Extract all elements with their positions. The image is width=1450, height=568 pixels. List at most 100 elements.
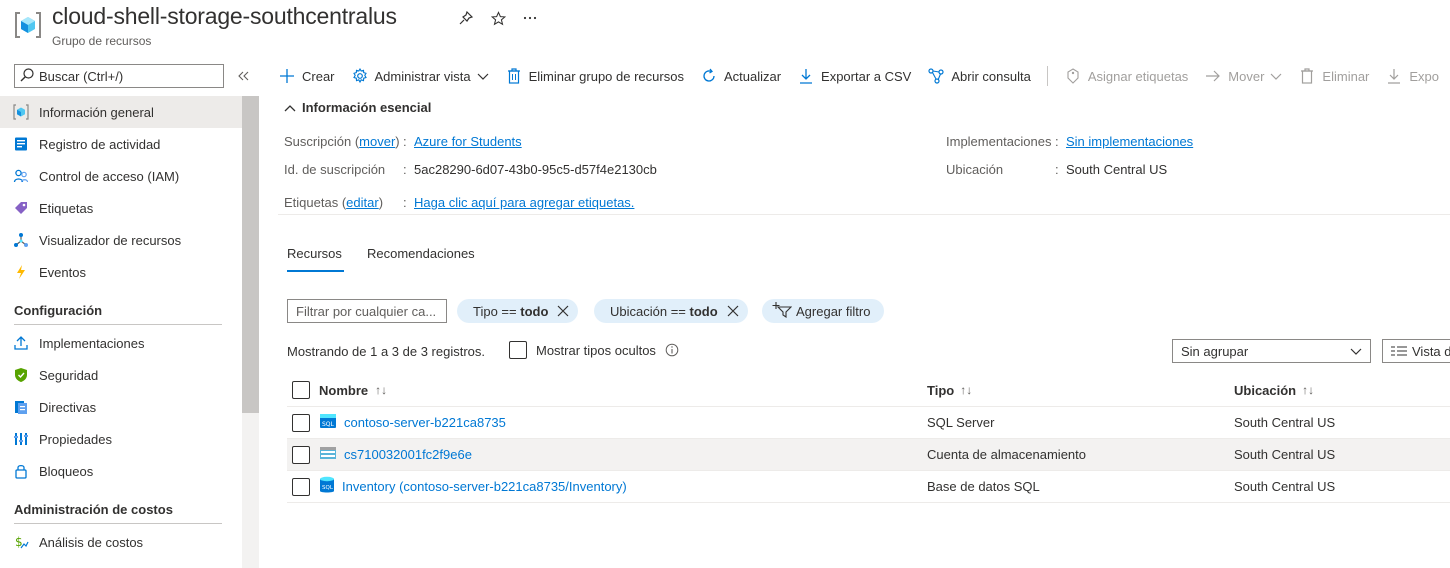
filter-pill-type-value: todo: [520, 303, 549, 319]
sidebar-section-config: Configuración: [14, 303, 103, 318]
view-dropdown[interactable]: Vista d: [1382, 339, 1450, 363]
select-all-checkbox[interactable]: [292, 381, 310, 399]
activity-log-icon: [12, 135, 30, 153]
tab-recommendations[interactable]: Recomendaciones: [367, 246, 475, 261]
table-row[interactable]: cs710032001fc2f9e6e Cuenta de almacenami…: [287, 439, 1450, 471]
filter-pill-location[interactable]: Ubicación == todo: [594, 299, 748, 323]
sidebar-search[interactable]: [14, 64, 224, 88]
row-checkbox[interactable]: [292, 478, 310, 496]
sidebar-item-label: Seguridad: [39, 367, 99, 383]
add-filter-button[interactable]: Agregar filtro: [762, 299, 885, 323]
info-icon[interactable]: [665, 343, 679, 357]
manage-view-button[interactable]: Administrar vista: [351, 67, 489, 85]
sidebar-item-properties[interactable]: Propiedades: [0, 423, 242, 455]
sql-server-icon: SQL: [319, 413, 337, 432]
column-header-type[interactable]: Tipo ↑↓: [927, 383, 972, 398]
refresh-icon: [700, 67, 718, 85]
close-icon[interactable]: [556, 304, 570, 318]
resource-link[interactable]: cs710032001fc2f9e6e: [344, 447, 472, 462]
table-row[interactable]: SQL contoso-server-b221ca8735 SQL Server…: [287, 407, 1450, 439]
more-options-icon[interactable]: [520, 8, 540, 28]
open-query-button[interactable]: Abrir consulta: [927, 67, 1031, 85]
colon: :: [403, 195, 407, 210]
sidebar-search-input[interactable]: [39, 68, 219, 84]
sidebar-item-security[interactable]: Seguridad: [0, 359, 242, 391]
sidebar-item-label: Bloqueos: [39, 463, 94, 479]
pin-icon[interactable]: [456, 8, 476, 28]
sidebar-scrollbar-thumb[interactable]: [242, 96, 259, 413]
filter-pill-type[interactable]: Tipo == todo: [457, 299, 579, 323]
subscription-link[interactable]: Azure for Students: [414, 134, 522, 149]
column-location-label: Ubicación: [1234, 382, 1297, 398]
row-type: Cuenta de almacenamiento: [927, 447, 1086, 462]
command-bar: Crear Administrar vista Eliminar grupo d…: [278, 64, 1450, 88]
sidebar-item-label: Implementaciones: [39, 335, 145, 351]
sidebar-item-policies[interactable]: Directivas: [0, 391, 242, 423]
refresh-button[interactable]: Actualizar: [700, 67, 781, 85]
sidebar-item-tags[interactable]: Etiquetas: [0, 192, 242, 224]
essentials-toggle[interactable]: Información esencial: [284, 100, 431, 115]
sidebar-item-activity-log[interactable]: Registro de actividad: [0, 128, 242, 160]
sidebar-item-deployments[interactable]: Implementaciones: [0, 327, 242, 359]
column-header-location[interactable]: Ubicación ↑↓: [1234, 383, 1314, 398]
sidebar-item-overview[interactable]: Información general: [0, 96, 242, 128]
sql-database-icon: SQL: [319, 476, 335, 497]
sidebar-item-events[interactable]: Eventos: [0, 256, 242, 288]
sidebar-item-label: Análisis de costos: [39, 534, 144, 550]
refresh-label: Actualizar: [723, 68, 782, 84]
query-graph-icon: [927, 67, 945, 85]
assign-tags-button[interactable]: Asignar etiquetas: [1064, 67, 1188, 85]
row-location: South Central US: [1234, 447, 1336, 462]
show-hidden-types[interactable]: Mostrar tipos ocultos: [509, 341, 679, 359]
move-label: Mover: [1228, 68, 1265, 84]
create-button[interactable]: Crear: [278, 67, 335, 85]
colon: :: [1055, 134, 1059, 149]
export-button-partial[interactable]: Expo: [1385, 67, 1439, 85]
show-hidden-checkbox[interactable]: [509, 341, 527, 359]
people-icon: [12, 167, 30, 185]
row-checkbox[interactable]: [292, 446, 310, 464]
table-row[interactable]: SQL Inventory (contoso-server-b221ca8735…: [287, 471, 1450, 503]
sidebar-nav: Información general Registro de activida…: [0, 96, 242, 558]
edit-tags-link[interactable]: editar: [346, 195, 379, 210]
close-icon[interactable]: [726, 304, 740, 318]
sidebar-item-label: Información general: [39, 104, 154, 120]
resource-link[interactable]: contoso-server-b221ca8735: [344, 415, 506, 430]
deployments-link[interactable]: Sin implementaciones: [1066, 134, 1193, 149]
filter-input[interactable]: [287, 299, 447, 323]
filter-pill-type-label: Tipo ==: [473, 303, 517, 319]
location-value: South Central US: [1066, 162, 1168, 177]
resource-link[interactable]: Inventory (contoso-server-b221ca8735/Inv…: [342, 479, 627, 494]
grouping-dropdown[interactable]: Sin agrupar: [1172, 339, 1371, 363]
search-icon: [19, 67, 35, 86]
sidebar-item-label: Registro de actividad: [39, 136, 161, 152]
manage-view-label: Administrar vista: [374, 68, 471, 84]
add-tags-link[interactable]: Haga clic aquí para agregar etiquetas.: [414, 195, 634, 210]
delete-button[interactable]: Eliminar: [1298, 67, 1369, 85]
shield-icon: [12, 366, 30, 384]
export-csv-label: Exportar a CSV: [821, 68, 912, 84]
favorite-star-icon[interactable]: [488, 8, 508, 28]
sidebar-item-locks[interactable]: Bloqueos: [0, 455, 242, 487]
active-tab-indicator: [287, 270, 344, 272]
sidebar-section-costs: Administración de costos: [14, 502, 173, 517]
sidebar-item-label: Eventos: [39, 264, 86, 280]
delete-resource-group-button[interactable]: Eliminar grupo de recursos: [505, 67, 684, 85]
chevron-down-icon: [477, 69, 489, 84]
download-icon: [1385, 67, 1403, 85]
sidebar-item-resource-visualizer[interactable]: Visualizador de recursos: [0, 224, 242, 256]
sidebar-item-cost-analysis[interactable]: $ Análisis de costos: [0, 526, 242, 558]
sidebar-item-iam[interactable]: Control de acceso (IAM): [0, 160, 242, 192]
move-subscription-link[interactable]: mover: [359, 134, 395, 149]
move-button[interactable]: Mover: [1204, 67, 1282, 85]
row-name-cell: SQL Inventory (contoso-server-b221ca8735…: [319, 476, 627, 497]
colon: :: [1055, 162, 1059, 177]
column-header-name[interactable]: Nombre ↑↓: [319, 383, 387, 398]
collapse-sidebar-icon[interactable]: [234, 66, 252, 86]
tab-resources[interactable]: Recursos: [287, 246, 342, 261]
sort-icon: ↑↓: [375, 383, 388, 397]
export-csv-button[interactable]: Exportar a CSV: [797, 67, 911, 85]
deployments-label: Implementaciones: [946, 134, 1052, 149]
row-checkbox[interactable]: [292, 414, 310, 432]
essentials-divider: [278, 214, 1450, 215]
